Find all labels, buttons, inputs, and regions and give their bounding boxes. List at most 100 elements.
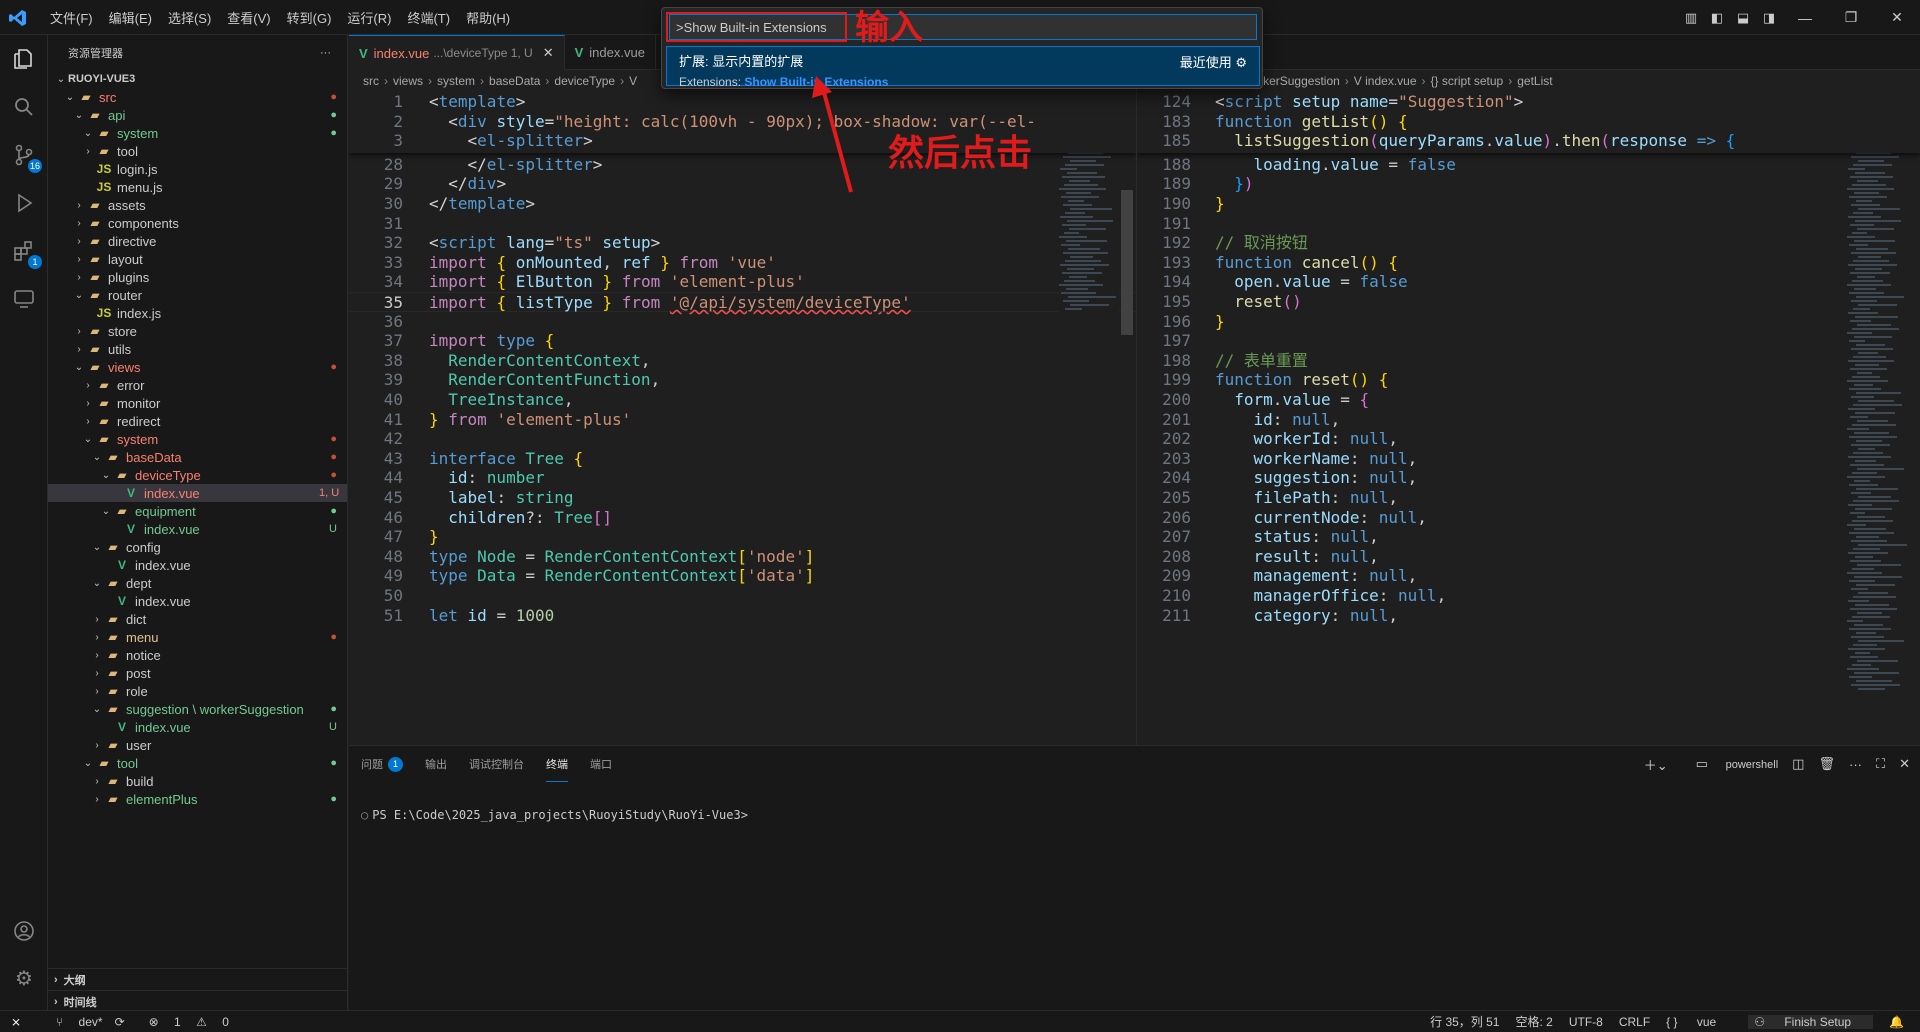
close-icon[interactable]: ✕ — [543, 45, 554, 61]
code-area-left[interactable]: 1 <template> 2 <div style="height: calc(10… — [349, 92, 1136, 745]
tree-folder[interactable]: › ▰ tool — [48, 142, 347, 160]
tree-file[interactable]: JS menu.js — [48, 178, 347, 196]
breadcrumb-item[interactable]: V index.vue — [1354, 74, 1417, 88]
extensions-icon[interactable]: 1 — [10, 239, 42, 269]
tree-folder[interactable]: › ▰ layout — [48, 250, 347, 268]
tab-index-vue-2[interactable]: V index.vue — [565, 35, 656, 70]
toggle-primary-sidebar-icon[interactable]: ◧ — [1704, 10, 1730, 26]
tree-file[interactable]: JS login.js — [48, 160, 347, 178]
tree-folder[interactable]: › ▰ monitor — [48, 394, 347, 412]
breadcrumb-item[interactable]: views — [393, 74, 423, 88]
tree-folder[interactable]: ⌄ RUOYI-VUE3 — [48, 70, 347, 88]
panel-tab[interactable]: 问题 1 — [361, 746, 403, 782]
tree-folder[interactable]: ⌄ ▰ suggestion \ workerSuggestion ● — [48, 700, 347, 718]
panel-tab[interactable]: 端口 — [590, 746, 612, 782]
minimize-button[interactable]: — — [1782, 10, 1828, 26]
breadcrumb-item[interactable]: src — [363, 74, 379, 88]
tree-folder[interactable]: ⌄ ▰ config — [48, 538, 347, 556]
tree-folder[interactable]: › ▰ error — [48, 376, 347, 394]
tree-folder[interactable]: › ▰ elementPlus ● — [48, 790, 347, 808]
tree-folder[interactable]: › ▰ store — [48, 322, 347, 340]
command-palette-item[interactable]: 扩展: 显示内置的扩展 Extensions: Show Built-in Ex… — [666, 46, 1260, 89]
tree-file[interactable]: Vindex.vue — [48, 556, 347, 574]
sticky-scroll[interactable]: 124 <script setup name="Suggestion"> 183 fu… — [1137, 92, 1920, 153]
remote-indicator-icon[interactable]: ⨯ — [0, 1011, 32, 1032]
minimap-right[interactable] — [1847, 92, 1907, 745]
tree-folder[interactable]: › ▰ role — [48, 682, 347, 700]
tab-index-vue-devicetype[interactable]: V index.vue ...\deviceType 1, U ✕ — [349, 35, 565, 70]
outline-section[interactable]: › 大纲 — [48, 968, 347, 990]
tree-folder[interactable]: › ▰ menu ● — [48, 628, 347, 646]
toggle-secondary-sidebar-icon[interactable]: ◨ — [1756, 10, 1782, 26]
tree-folder[interactable]: ⌄ ▰ system ● — [48, 430, 347, 448]
tree-folder[interactable]: ⌄ ▰ deviceType ● — [48, 466, 347, 484]
branch-indicator[interactable]: ⑂ dev* — [44, 1015, 103, 1029]
sync-icon[interactable]: ⟳ — [115, 1015, 125, 1029]
more-actions-icon[interactable]: ··· — [320, 47, 331, 59]
terminal-output[interactable]: ○ PS E:\Code\2025_java_projects\RuoyiStud… — [361, 808, 748, 822]
new-terminal-icon[interactable]: ＋⌄ — [1644, 755, 1668, 774]
language-mode[interactable]: { } vue — [1666, 1015, 1732, 1029]
tree-folder[interactable]: ⌄ ▰ router — [48, 286, 347, 304]
tree-file[interactable]: JS index.js — [48, 304, 347, 322]
panel-tab[interactable]: 终端 — [546, 746, 568, 782]
tree-file[interactable]: Vindex.vue U — [48, 520, 347, 538]
tree-folder[interactable]: › ▰ notice — [48, 646, 347, 664]
tree-folder[interactable]: ⌄ ▰ src ● — [48, 88, 347, 106]
tree-folder[interactable]: › ▰ plugins — [48, 268, 347, 286]
menu-item[interactable]: 运行(R) — [339, 8, 399, 27]
gear-icon[interactable]: ⚙ — [1235, 55, 1247, 70]
tree-folder[interactable]: › ▰ redirect — [48, 412, 347, 430]
line-ending[interactable]: CRLF — [1619, 1015, 1650, 1029]
tree-file[interactable]: Vindex.vue U — [48, 718, 347, 736]
tree-folder[interactable]: › ▰ assets — [48, 196, 347, 214]
finish-setup-button[interactable]: ⚇ Finish Setup — [1748, 1014, 1874, 1029]
tree-folder[interactable]: ⌄ ▰ equipment ● — [48, 502, 347, 520]
menu-item[interactable]: 查看(V) — [219, 8, 278, 27]
close-panel-icon[interactable]: ✕ — [1899, 756, 1910, 772]
menu-item[interactable]: 转到(G) — [279, 8, 340, 27]
account-icon[interactable] — [10, 919, 38, 947]
tree-folder[interactable]: › ▰ build — [48, 772, 347, 790]
breadcrumb-item[interactable]: system — [437, 74, 475, 88]
scrollbar-thumb-left[interactable] — [1121, 190, 1133, 335]
menu-item[interactable]: 文件(F) — [42, 8, 101, 27]
breadcrumb-item[interactable]: getList — [1517, 74, 1552, 88]
settings-gear-icon[interactable]: ⚙ — [10, 965, 38, 993]
tree-folder[interactable]: › ▰ user — [48, 736, 347, 754]
tree-folder[interactable]: ⌄ ▰ tool ● — [48, 754, 347, 772]
customize-layout-icon[interactable]: ▥ — [1678, 10, 1704, 26]
tree-folder[interactable]: › ▰ components — [48, 214, 347, 232]
menu-item[interactable]: 终端(T) — [399, 8, 458, 27]
restore-button[interactable]: ❐ — [1828, 9, 1874, 26]
indentation[interactable]: 空格: 2 — [1515, 1013, 1552, 1030]
tree-folder[interactable]: › ▰ post — [48, 664, 347, 682]
terminal-shell-label[interactable]: ▭ powershell — [1682, 756, 1779, 772]
tree-folder[interactable]: ⌄ ▰ dept — [48, 574, 347, 592]
encoding[interactable]: UTF-8 — [1569, 1015, 1603, 1029]
minimap-left[interactable] — [1059, 92, 1119, 745]
tree-folder[interactable]: › ▰ utils — [48, 340, 347, 358]
tree-folder[interactable]: › ▰ dict — [48, 610, 347, 628]
toggle-panel-icon[interactable]: ⬓ — [1730, 10, 1756, 26]
tree-folder[interactable]: ⌄ ▰ baseData ● — [48, 448, 347, 466]
maximize-panel-icon[interactable]: ⛶ — [1876, 756, 1885, 772]
menu-item[interactable]: 帮助(H) — [458, 8, 518, 27]
tree-file[interactable]: Vindex.vue — [48, 592, 347, 610]
tree-folder[interactable]: ⌄ ▰ views ● — [48, 358, 347, 376]
code-area-right[interactable]: 124 <script setup name="Suggestion"> 183 fu… — [1137, 92, 1920, 745]
timeline-section[interactable]: › 时间线 — [48, 990, 347, 1012]
remote-explorer-icon[interactable] — [10, 287, 38, 315]
search-icon[interactable] — [10, 95, 38, 123]
breadcrumb-item[interactable]: {} script setup — [1431, 74, 1504, 88]
breadcrumb-item[interactable]: baseData — [489, 74, 540, 88]
source-control-icon[interactable]: 16 — [10, 143, 42, 173]
notifications-bell-icon[interactable]: 🔔 — [1889, 1015, 1904, 1029]
problems-indicator[interactable]: ⊗ 1 ⚠ 0 — [137, 1015, 229, 1029]
split-terminal-icon[interactable]: ◫ — [1792, 756, 1804, 772]
tree-folder[interactable]: ⌄ ▰ system ● — [48, 124, 347, 142]
run-debug-icon[interactable] — [10, 191, 38, 219]
breadcrumb-item[interactable]: deviceType — [554, 74, 615, 88]
breadcrumb-item[interactable]: V — [629, 74, 637, 88]
trash-icon[interactable]: 🗑 — [1818, 756, 1835, 772]
